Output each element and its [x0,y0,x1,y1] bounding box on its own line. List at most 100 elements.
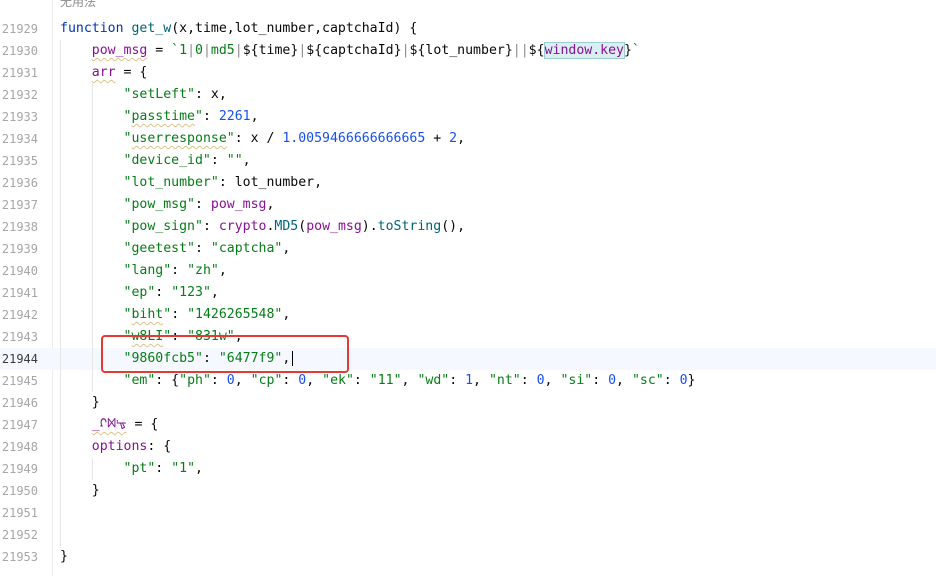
code-line[interactable]: 21932 "setLeft": x, [0,84,936,106]
code-line[interactable]: 21948 options: { [0,436,936,458]
code-token: "1426265548" [187,307,283,322]
code-token: } [687,373,696,388]
code-line[interactable]: 21940 "lang": "zh", [0,260,936,282]
code-line[interactable]: 21933 "passtime": 2261, [0,106,936,128]
line-number: 21947 [1,418,38,432]
code-line[interactable]: 21936 "lot_number": lot_number, [0,172,936,194]
code-text: _ᡗᢂᡃᡑ = { [60,414,159,436]
code-token: userresponse [131,131,227,146]
code-text: } [60,480,100,502]
code-line[interactable]: 21938 "pow_sign": crypto.MD5(pow_msg).to… [0,216,936,238]
code-token: ${ [409,43,426,58]
code-token: : [449,373,466,388]
code-token: , [544,373,561,388]
code-token: } [60,395,100,410]
code-token: : [195,197,211,212]
code-token: , [282,307,291,322]
code-line[interactable]: 21934 "userresponse": x / 1.005946666666… [0,128,936,150]
code-line[interactable]: 21930 pow_msg = `1|0|md5|${time}|${captc… [0,40,936,62]
code-token: "zh" [187,263,219,278]
line-number: 21938 [1,220,38,234]
code-line[interactable]: 21939 "geetest": "captcha", [0,238,936,260]
code-token: ( [298,219,307,234]
code-token: (x,time,lot_number,captchaId) { [171,21,418,36]
code-line[interactable]: 21945 "em": {"ph": 0, "cp": 0, "ek": "11… [0,370,936,392]
code-token: : [592,373,609,388]
indent-guide [91,458,93,480]
code-text: "ep": "123", [60,282,219,304]
code-token: "sc" [631,373,664,388]
code-token: lot_number [425,43,505,58]
code-token: biht [131,307,164,322]
code-text: "em": {"ph": 0, "cp": 0, "ek": "11", "wd… [60,370,696,392]
code-token: , [473,373,489,388]
code-line[interactable]: 21953} [0,546,936,568]
code-token: "pow_sign" [123,219,203,234]
code-text: function get_w(x,time,lot_number,captcha… [60,18,417,40]
code-line[interactable]: 21937 "pow_msg": pow_msg, [0,194,936,216]
code-token: crypto [218,219,267,234]
line-number: 21940 [1,264,38,278]
code-text: "biht": "1426265548", [60,304,291,326]
code-token: , [282,241,291,256]
code-token: || [512,43,529,58]
line-number: 21949 [1,462,38,476]
code-token: | [234,43,243,58]
code-token: pow_msg [306,219,362,234]
code-text: "pt": "1", [60,458,203,480]
code-line[interactable]: 21951 [0,502,936,524]
code-token: md5 [210,43,235,58]
code-text: } [60,392,100,414]
code-token: "geetest" [123,241,195,256]
usage-hint-label: 无用法 [60,0,97,9]
code-token: 0 [679,373,688,388]
code-token: options [91,439,148,454]
code-token: pow_msg [91,43,148,58]
code-token: : [210,153,227,168]
code-line[interactable]: 21941 "ep": "123", [0,282,936,304]
code-token: pow_msg [210,197,267,212]
code-line[interactable]: 21931 arr = { [0,62,936,84]
code-token: } [60,483,100,498]
code-token: 2261 [218,109,251,124]
code-token: 1.0059466666666665 [282,131,426,146]
code-token: "lot_number" [123,175,219,190]
code-token: + [425,131,450,146]
code-token: ${ [306,43,323,58]
code-token: ). [361,219,378,234]
code-line[interactable]: 21946 } [0,392,936,414]
code-text: pow_msg = `1|0|md5|${time}|${captchaId}|… [60,40,640,62]
code-line[interactable]: 21949 "pt": "1", [0,458,936,480]
code-editor[interactable]: 无用法 21929 function get_w(x,time,lot_number… [0,0,936,576]
code-token: "ep" [123,285,156,300]
code-token: function [60,21,124,36]
line-number: 21951 [1,506,38,520]
code-text: options: { [60,436,171,458]
line-number: 21933 [1,110,38,124]
code-line[interactable]: 21942 "biht": "1426265548", [0,304,936,326]
code-token: ${ [242,43,259,58]
code-token: (), [441,219,466,234]
code-line[interactable]: 21929 function get_w(x,time,lot_number,ca… [0,18,936,40]
code-text: "lang": "zh", [60,260,227,282]
code-token: 2 [449,131,458,146]
code-token: "ek" [322,373,354,388]
code-line[interactable]: 21950 } [0,480,936,502]
line-number: 21939 [1,242,38,256]
code-line[interactable]: 21935 "device_id": "", [0,150,936,172]
code-line[interactable]: 21947 _ᡗᢂᡃᡑ = { [0,414,936,436]
indent-guide [60,40,61,546]
code-token: : { [147,439,172,454]
code-token: 0 [195,43,203,58]
code-token: } [504,43,513,58]
code-token: "captcha" [210,241,283,256]
code-line[interactable]: 21952 [0,524,936,546]
line-number: 21950 [1,484,38,498]
code-token: 0 [608,373,617,388]
code-token: time [258,43,291,58]
code-token: : x, [195,87,227,102]
code-token: = { [115,65,148,80]
code-token: "setLeft" [123,87,195,102]
code-token: 0 [536,373,545,388]
